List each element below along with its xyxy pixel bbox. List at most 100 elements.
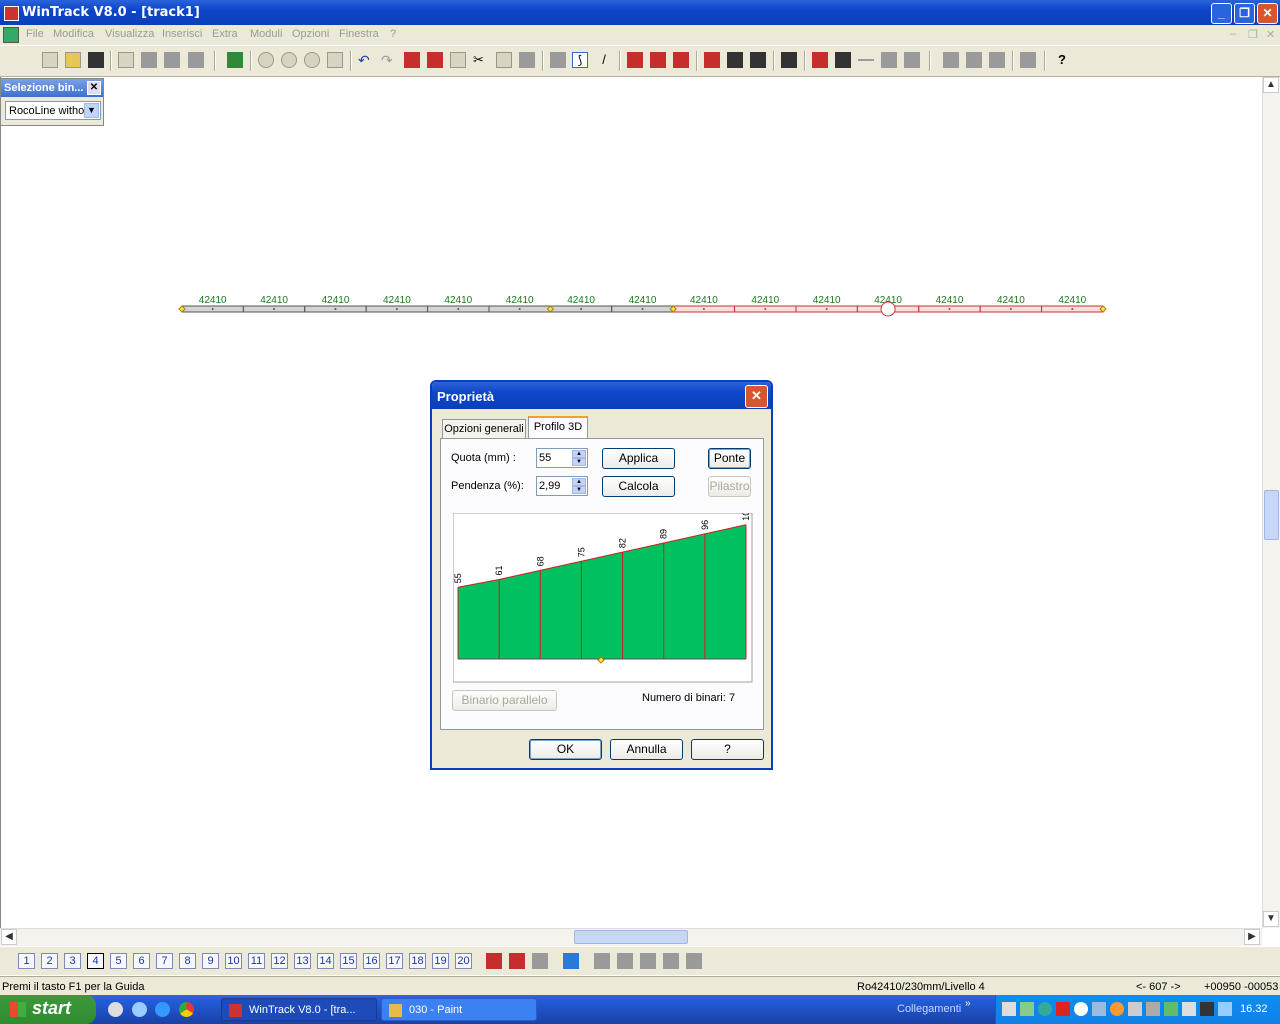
- level-button-4[interactable]: 4: [87, 953, 104, 969]
- layer-icon[interactable]: [404, 52, 420, 68]
- print-icon[interactable]: [141, 52, 157, 68]
- desktop-icon[interactable]: [132, 1002, 147, 1017]
- calcola-button[interactable]: Calcola: [602, 476, 675, 497]
- tray-icon-6[interactable]: [1092, 1002, 1106, 1016]
- tray-icon-4[interactable]: [1056, 1002, 1070, 1016]
- ponte-button[interactable]: Ponte: [708, 448, 751, 469]
- turnout-left-icon[interactable]: [812, 52, 828, 68]
- pendenza-up-icon[interactable]: ▲: [572, 478, 586, 486]
- paste-icon[interactable]: [519, 52, 535, 68]
- track-piece[interactable]: 42410: [427, 295, 490, 313]
- move-icon[interactable]: [704, 52, 720, 68]
- page-5-icon[interactable]: [686, 953, 702, 969]
- context-help-icon[interactable]: ?: [1058, 52, 1074, 68]
- image-icon[interactable]: [227, 52, 243, 68]
- list-icon[interactable]: [188, 52, 204, 68]
- layer-edit-icon[interactable]: [509, 953, 525, 969]
- page-4-icon[interactable]: [663, 953, 679, 969]
- mdi-restore-icon[interactable]: ❐: [1248, 28, 1258, 41]
- distribute-icon[interactable]: [989, 52, 1005, 68]
- track-piece[interactable]: 42410: [795, 295, 858, 313]
- tray-icon-1[interactable]: [1002, 1002, 1016, 1016]
- tray-icon-7[interactable]: [1110, 1002, 1124, 1016]
- stack-icon[interactable]: [563, 953, 579, 969]
- track-library-select[interactable]: RocoLine witho ▼: [5, 101, 101, 120]
- ungroup-icon[interactable]: [673, 52, 689, 68]
- level-button-7[interactable]: 7: [156, 953, 173, 969]
- pilastro-button[interactable]: Pilastro: [708, 476, 751, 497]
- chrome-icon[interactable]: [179, 1002, 194, 1017]
- tray-icon-13[interactable]: [1218, 1002, 1232, 1016]
- switch-tool-icon[interactable]: [550, 52, 566, 68]
- level-button-2[interactable]: 2: [41, 953, 58, 969]
- tray-icon-10[interactable]: [1164, 1002, 1178, 1016]
- curve-tool-icon[interactable]: ⟆: [572, 52, 588, 68]
- page-3-icon[interactable]: [640, 953, 656, 969]
- level-button-13[interactable]: 13: [294, 953, 311, 969]
- menu-file[interactable]: File: [26, 28, 44, 40]
- tray-icon-2[interactable]: [1020, 1002, 1034, 1016]
- page-2-icon[interactable]: [617, 953, 633, 969]
- level-button-14[interactable]: 14: [317, 953, 334, 969]
- crossing-icon[interactable]: [904, 52, 920, 68]
- tray-icon-12[interactable]: [1200, 1002, 1214, 1016]
- tray-icon-8[interactable]: [1128, 1002, 1142, 1016]
- menu-moduli[interactable]: Moduli: [250, 28, 282, 40]
- track-piece[interactable]: 42410: [242, 295, 306, 313]
- menu-opzioni[interactable]: Opzioni: [292, 28, 329, 40]
- zoom-window-icon[interactable]: [304, 52, 320, 68]
- tray-icon-11[interactable]: [1182, 1002, 1196, 1016]
- links-expand-icon[interactable]: »: [965, 998, 971, 1009]
- app-icon[interactable]: [4, 6, 19, 21]
- zoom-all-icon[interactable]: [327, 52, 343, 68]
- level-button-18[interactable]: 18: [409, 953, 426, 969]
- ground-icon[interactable]: [781, 52, 797, 68]
- track-end-icon[interactable]: [881, 52, 897, 68]
- copy-icon[interactable]: [496, 52, 512, 68]
- level-button-12[interactable]: 12: [271, 953, 288, 969]
- panel-title-bar[interactable]: Selezione bin... ✕: [1, 79, 103, 97]
- track-piece[interactable]: 42410: [365, 295, 429, 313]
- panel-close-icon[interactable]: ✕: [87, 81, 101, 95]
- track-piece[interactable]: 42410: [181, 295, 244, 313]
- document-icon[interactable]: [3, 27, 19, 43]
- explode-icon[interactable]: [1020, 52, 1036, 68]
- align-bottom-icon[interactable]: [966, 52, 982, 68]
- level-button-15[interactable]: 15: [340, 953, 357, 969]
- tray-icon-5[interactable]: [1074, 1002, 1088, 1016]
- quota-spinner[interactable]: ▲ ▼: [536, 448, 588, 468]
- new-icon[interactable]: [42, 52, 58, 68]
- vertical-scroll-thumb[interactable]: [1264, 490, 1279, 540]
- track-piece[interactable]: 42410: [918, 295, 981, 313]
- level-button-10[interactable]: 10: [225, 953, 242, 969]
- mdi-minimize-icon[interactable]: –: [1230, 28, 1236, 40]
- close-button[interactable]: ✕: [1257, 3, 1278, 24]
- minimize-button[interactable]: _: [1211, 3, 1232, 24]
- scroll-down-icon[interactable]: ▼: [1263, 911, 1279, 927]
- group-icon[interactable]: [650, 52, 666, 68]
- open-icon[interactable]: [65, 52, 81, 68]
- level-button-19[interactable]: 19: [432, 953, 449, 969]
- links-toolbar[interactable]: Collegamenti: [897, 1003, 961, 1015]
- pendenza-spinner[interactable]: ▲ ▼: [536, 476, 588, 496]
- connect-icon[interactable]: [627, 52, 643, 68]
- track-piece[interactable]: 42410: [672, 295, 736, 313]
- redo-icon[interactable]: ↷: [381, 52, 397, 68]
- pendenza-input[interactable]: [539, 479, 571, 493]
- rotate-icon[interactable]: [727, 52, 743, 68]
- scroll-up-icon[interactable]: ▲: [1263, 77, 1279, 93]
- quota-up-icon[interactable]: ▲: [572, 450, 586, 458]
- ok-button[interactable]: OK: [529, 739, 602, 760]
- start-button[interactable]: start: [0, 995, 96, 1024]
- track-piece[interactable]: 42410: [611, 295, 674, 313]
- level-button-16[interactable]: 16: [363, 953, 380, 969]
- pendenza-down-icon[interactable]: ▼: [572, 486, 586, 494]
- vertical-scrollbar[interactable]: ▲ ▼: [1262, 77, 1280, 928]
- binario-parallelo-button[interactable]: Binario parallelo: [452, 690, 557, 711]
- track-piece[interactable]: 42410: [979, 295, 1043, 313]
- zoom-in-icon[interactable]: [281, 52, 297, 68]
- zoom-out-icon[interactable]: [258, 52, 274, 68]
- menu-modifica[interactable]: Modifica: [53, 28, 94, 40]
- rotate-180-icon[interactable]: [750, 52, 766, 68]
- horizontal-scrollbar[interactable]: ◀ ▶: [0, 928, 1262, 946]
